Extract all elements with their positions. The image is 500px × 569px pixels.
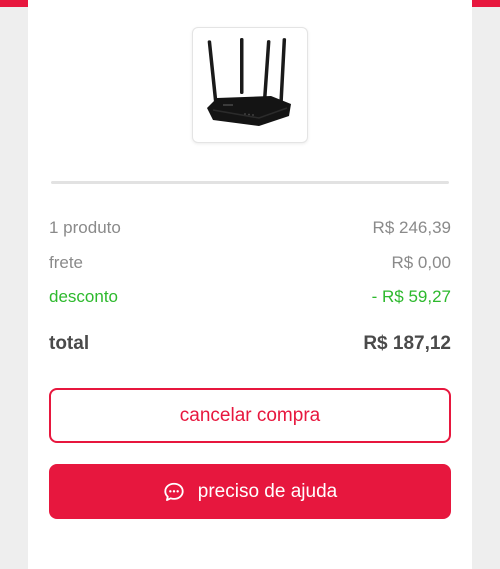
section-divider	[51, 181, 449, 184]
cancel-purchase-label: cancelar compra	[179, 404, 321, 426]
summary-row-products: 1 produto R$ 246,39	[49, 216, 451, 240]
summary-row-discount: desconto - R$ 59,27	[49, 285, 451, 309]
discount-value: - R$ 59,27	[371, 287, 451, 306]
cancel-purchase-button[interactable]: cancelar compra	[49, 388, 451, 443]
order-details-card: 1 produto R$ 246,39 frete R$ 0,00 descon…	[28, 0, 472, 569]
need-help-button[interactable]: preciso de ajuda	[49, 464, 451, 519]
wifi-router-icon	[207, 38, 291, 126]
product-thumbnail[interactable]	[192, 27, 308, 143]
summary-row-total: total R$ 187,12	[49, 332, 451, 356]
summary-row-shipping: frete R$ 0,00	[49, 251, 451, 275]
products-label: 1 produto	[49, 218, 121, 237]
shipping-label: frete	[49, 253, 84, 272]
shipping-value: R$ 0,00	[391, 253, 451, 272]
discount-label: desconto	[49, 287, 118, 306]
need-help-label: preciso de ajuda	[197, 480, 338, 502]
total-label: total	[49, 333, 90, 354]
total-value: R$ 187,12	[363, 333, 451, 354]
chat-bubble-icon	[163, 481, 185, 503]
products-value: R$ 246,39	[372, 218, 451, 237]
